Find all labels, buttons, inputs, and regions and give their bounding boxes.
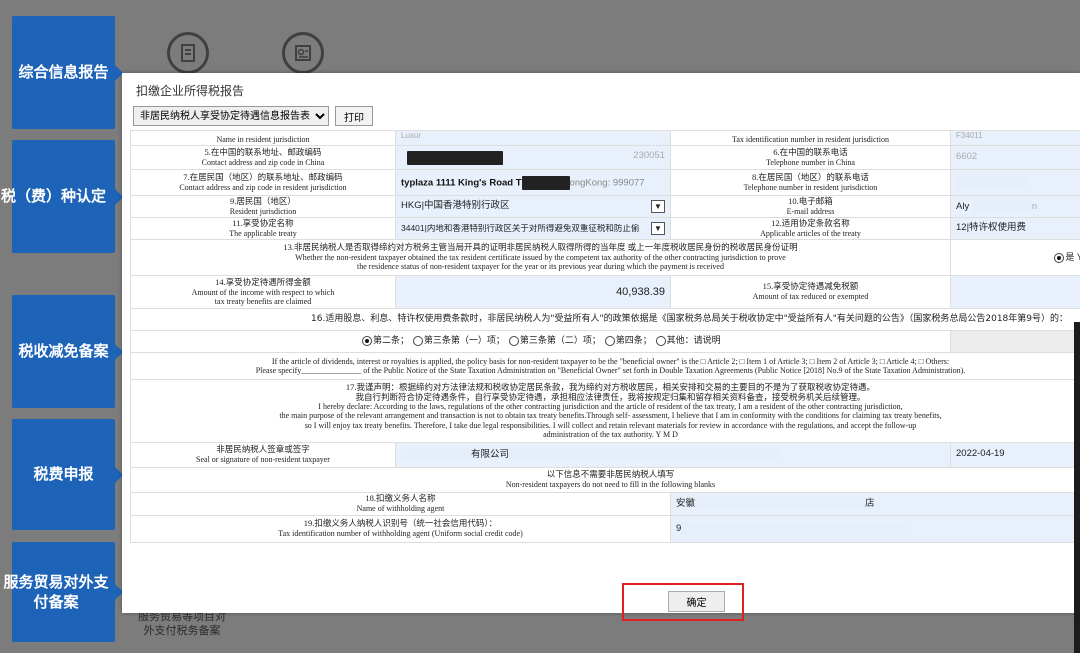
scrollbar[interactable]	[1074, 322, 1080, 653]
table-row: 18.扣缴义务人名称 Name of withholding agent 安徽店	[130, 491, 1080, 516]
print-button[interactable]: 打印	[335, 106, 373, 126]
radio-icon	[604, 335, 615, 346]
sidebar-item-label: 服务贸易对外支付备案	[3, 572, 109, 611]
radio-icon	[412, 335, 423, 346]
resident-phone-field[interactable]	[950, 169, 1080, 196]
report-icon[interactable]	[282, 32, 324, 74]
treaty-article-field[interactable]: 12|特许权使用费	[950, 216, 1080, 240]
table-row: Name in resident jurisdiction Luxur Tax …	[130, 130, 1080, 146]
withholding-agent-tin-field[interactable]: 9	[670, 514, 1080, 543]
china-address-field[interactable]: 230051	[395, 145, 671, 170]
table-row: 以下信息不需要非居民纳税人填写 Non-resident taxpayers do…	[130, 466, 1080, 493]
redacted-block	[407, 150, 503, 165]
radio-icon	[1054, 252, 1065, 263]
option-article-4[interactable]: 第四条；	[604, 335, 652, 346]
sidebar-item-label: 税（费）种认定	[0, 187, 106, 206]
other-specify-field[interactable]	[950, 329, 1080, 353]
sidebar-item-tax-declaration[interactable]: 税费申报	[12, 419, 123, 530]
table-row: 非居民纳税人签章或签字 Seal or signature of non-resi…	[130, 441, 1080, 468]
sidebar-item-label: 税收减免备案	[18, 342, 109, 361]
table-row: 11.享受协定名称 The applicable treaty 34401|内地和…	[130, 216, 1080, 240]
table-row: 7.在居民国（地区）的联系地址、邮政编码 Contact address and …	[130, 169, 1080, 196]
table-row: 5.在中国的联系地址、邮政编码 Contact address and zip c…	[130, 145, 1080, 170]
table-row: 第二条； 第三条第（一）项； 第三条第（二）项； 第四条； 其他：请说明	[130, 329, 1080, 353]
sidebar-item-service-trade-payment[interactable]: 服务贸易对外支付备案	[3, 542, 123, 642]
report-type-select[interactable]: 非居民纳税人享受协定待遇信息报告表	[133, 106, 329, 126]
service-trade-filing-link[interactable]: 服务贸易等项目对外支付税务备案	[138, 610, 226, 639]
sidebar-item-general-info[interactable]: 综合信息报告	[12, 16, 123, 129]
treaty-benefit-form: Name in resident jurisdiction Luxur Tax …	[130, 130, 1080, 543]
sidebar-item-tax-relief[interactable]: 税收减免备案	[12, 295, 123, 408]
sidebar-item-tax-identification[interactable]: 税（费）种认定	[1, 140, 123, 253]
table-row: 17.我谨声明：根据缔约对方法律法规和税收协定居民条款，我为缔约对方税收居民，相…	[130, 378, 1080, 443]
treaty-name-select[interactable]: 34401|内地和香港特别行政区关于对所得避免双重征税和防止偷 ▼	[395, 216, 671, 240]
table-row: 13.非居民纳税人是否取得缔约对方税务主管当局开具的证明非居民纳税人取得所得的当…	[130, 238, 1080, 276]
certificate-radio[interactable]: 是 Ye	[950, 238, 1080, 276]
redacted-block	[521, 175, 570, 190]
dialog-title: 扣缴企业所得税报告	[136, 84, 245, 98]
table-row: If the article of dividends, interest or…	[130, 351, 1080, 380]
sidebar-item-label: 税费申报	[33, 465, 94, 484]
email-field[interactable]: Aly n	[950, 195, 1080, 218]
table-row: 14.享受协定待遇所得金额 Amount of the income with r…	[130, 274, 1080, 309]
document-icon[interactable]	[167, 32, 209, 74]
beneficial-owner-question: 16.适用股息、利息、特许权使用费条款时，非居民纳税人为"受益所有人"的政策依据…	[130, 307, 1080, 331]
radio-icon	[362, 335, 372, 346]
option-article-3-item-1[interactable]: 第三条第（一）项；	[412, 335, 505, 346]
beneficial-owner-options: 第二条； 第三条第（一）项； 第三条第（二）项； 第四条； 其他：请说明	[130, 329, 951, 353]
option-article-2[interactable]: 第二条；	[361, 335, 409, 346]
withholding-report-dialog: 扣缴企业所得税报告 非居民纳税人享受协定待遇信息报告表 打印 Name in r…	[122, 73, 1080, 621]
chevron-down-icon: ▼	[651, 221, 665, 235]
option-other[interactable]: 其他：请说明	[655, 335, 721, 346]
option-article-3-item-2[interactable]: 第三条第（二）项；	[508, 335, 601, 346]
treaty-income-amount-field[interactable]: 40,938.39	[395, 274, 671, 309]
resident-jurisdiction-select[interactable]: HKG|中国香港特别行政区 ▼	[395, 195, 671, 218]
radio-icon	[508, 335, 519, 346]
withholding-agent-name-field[interactable]: 安徽店	[670, 491, 1080, 516]
resident-name-value[interactable]: Luxur	[401, 132, 421, 141]
resident-address-field[interactable]: typlaza 1111 King's Road TongKong: 99907…	[395, 169, 671, 196]
radio-icon	[655, 335, 666, 346]
signature-date-field[interactable]: 2022-04-19	[950, 441, 1080, 468]
table-row: 9.居民国（地区） Resident jurisdiction HKG|中国香港特…	[130, 195, 1080, 218]
table-row: 16.适用股息、利息、特许权使用费条款时，非居民纳税人为"受益所有人"的政策依据…	[130, 307, 1080, 331]
sidebar-item-label: 综合信息报告	[18, 63, 109, 82]
china-phone-field[interactable]: 6602	[950, 145, 1080, 170]
seal-signature-field[interactable]: 有限公司	[395, 441, 951, 468]
dialog-toolbar: 非居民纳税人享受协定待遇信息报告表 打印	[133, 106, 373, 126]
form-content: Name in resident jurisdiction Luxur Tax …	[130, 130, 1080, 570]
resident-tin-value[interactable]: F34011	[956, 132, 983, 141]
tax-reduced-field[interactable]	[950, 274, 1080, 309]
confirm-button[interactable]: 确定	[668, 591, 725, 612]
table-row: 19.扣缴义务人纳税人识别号（统一社会信用代码）： Tax identificat…	[130, 514, 1080, 543]
chevron-down-icon: ▼	[651, 199, 665, 213]
